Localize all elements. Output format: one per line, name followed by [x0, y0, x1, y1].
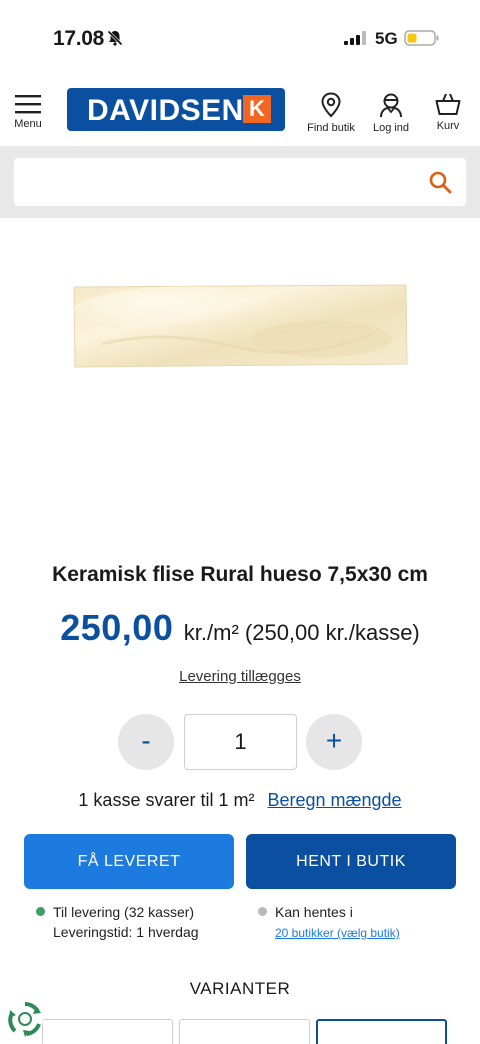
price-row: 250,00 kr./m² (250,00 kr./kasse): [0, 607, 480, 649]
battery-icon: [404, 30, 439, 46]
get-delivered-button[interactable]: FÅ LEVERET: [24, 834, 234, 889]
menu-button[interactable]: Menu: [8, 92, 48, 138]
product-image: [72, 284, 408, 368]
menu-label: Menu: [14, 118, 42, 130]
search-box: [14, 158, 466, 206]
status-time: 17.08: [53, 27, 105, 50]
in-stock-dot: [36, 907, 45, 916]
cart-label: Kurv: [436, 120, 460, 132]
variant-option[interactable]: [42, 1019, 173, 1044]
pickup-status-dot: [258, 907, 267, 916]
status-bar: 17.08 5G: [0, 0, 480, 78]
variant-option-selected[interactable]: [316, 1019, 447, 1044]
site-header: Menu DAVIDSEN K Find butik Log ind Kurv: [0, 78, 480, 146]
bell-slash-icon: [107, 30, 123, 46]
network-type: 5G: [375, 29, 398, 48]
delivery-availability: Til levering (32 kasser) Leveringstid: 1…: [36, 902, 199, 942]
product-title: Keramisk flise Rural hueso 7,5x30 cm: [52, 563, 428, 586]
delivery-stock-text: Til levering (32 kasser): [53, 904, 195, 920]
product-price: 250,00: [60, 607, 174, 648]
calculate-amount-link[interactable]: Beregn mængde: [267, 790, 401, 810]
basket-icon: [435, 93, 461, 115]
variants-heading: VARIANTER: [189, 979, 291, 998]
search-icon[interactable]: [428, 170, 452, 194]
quantity-decrease-button[interactable]: -: [118, 714, 174, 770]
delivery-fee-link[interactable]: Levering tillægges: [0, 668, 480, 685]
logo-k-mark: K: [243, 95, 271, 123]
pickup-availability: Kan hentes i 20 butikker (vælg butik): [258, 902, 400, 943]
find-store-label: Find butik: [307, 122, 355, 134]
box-info-row: 1 kasse svarer til 1 m² Beregn mængde: [0, 790, 480, 811]
price-unit: kr./m² (250,00 kr./kasse): [183, 620, 420, 645]
choose-store-link[interactable]: 20 butikker (vælg butik): [275, 926, 400, 940]
recycle-icon[interactable]: [6, 1000, 44, 1038]
pickup-text: Kan hentes i: [275, 904, 353, 920]
search-bar: [0, 146, 480, 218]
hamburger-menu-icon: [15, 95, 41, 114]
variant-option[interactable]: [179, 1019, 310, 1044]
signal-icon: [344, 31, 366, 45]
box-info-text: 1 kasse svarer til 1 m²: [78, 790, 255, 810]
user-icon: [380, 93, 402, 118]
login-button[interactable]: Log ind: [368, 92, 414, 134]
login-label: Log ind: [372, 122, 410, 134]
pickup-in-store-button[interactable]: HENT I BUTIK: [246, 834, 456, 889]
location-pin-icon: [321, 92, 341, 118]
quantity-increase-button[interactable]: +: [306, 714, 362, 770]
delivery-time-text: Leveringstid: 1 hverdag: [53, 924, 199, 940]
quantity-input[interactable]: [184, 714, 297, 770]
cart-button[interactable]: Kurv: [430, 92, 466, 132]
logo-text: DAVIDSEN: [87, 94, 244, 127]
find-store-button[interactable]: Find butik: [302, 92, 360, 134]
search-input[interactable]: [24, 166, 404, 198]
davidsen-logo[interactable]: DAVIDSEN K: [67, 88, 285, 131]
